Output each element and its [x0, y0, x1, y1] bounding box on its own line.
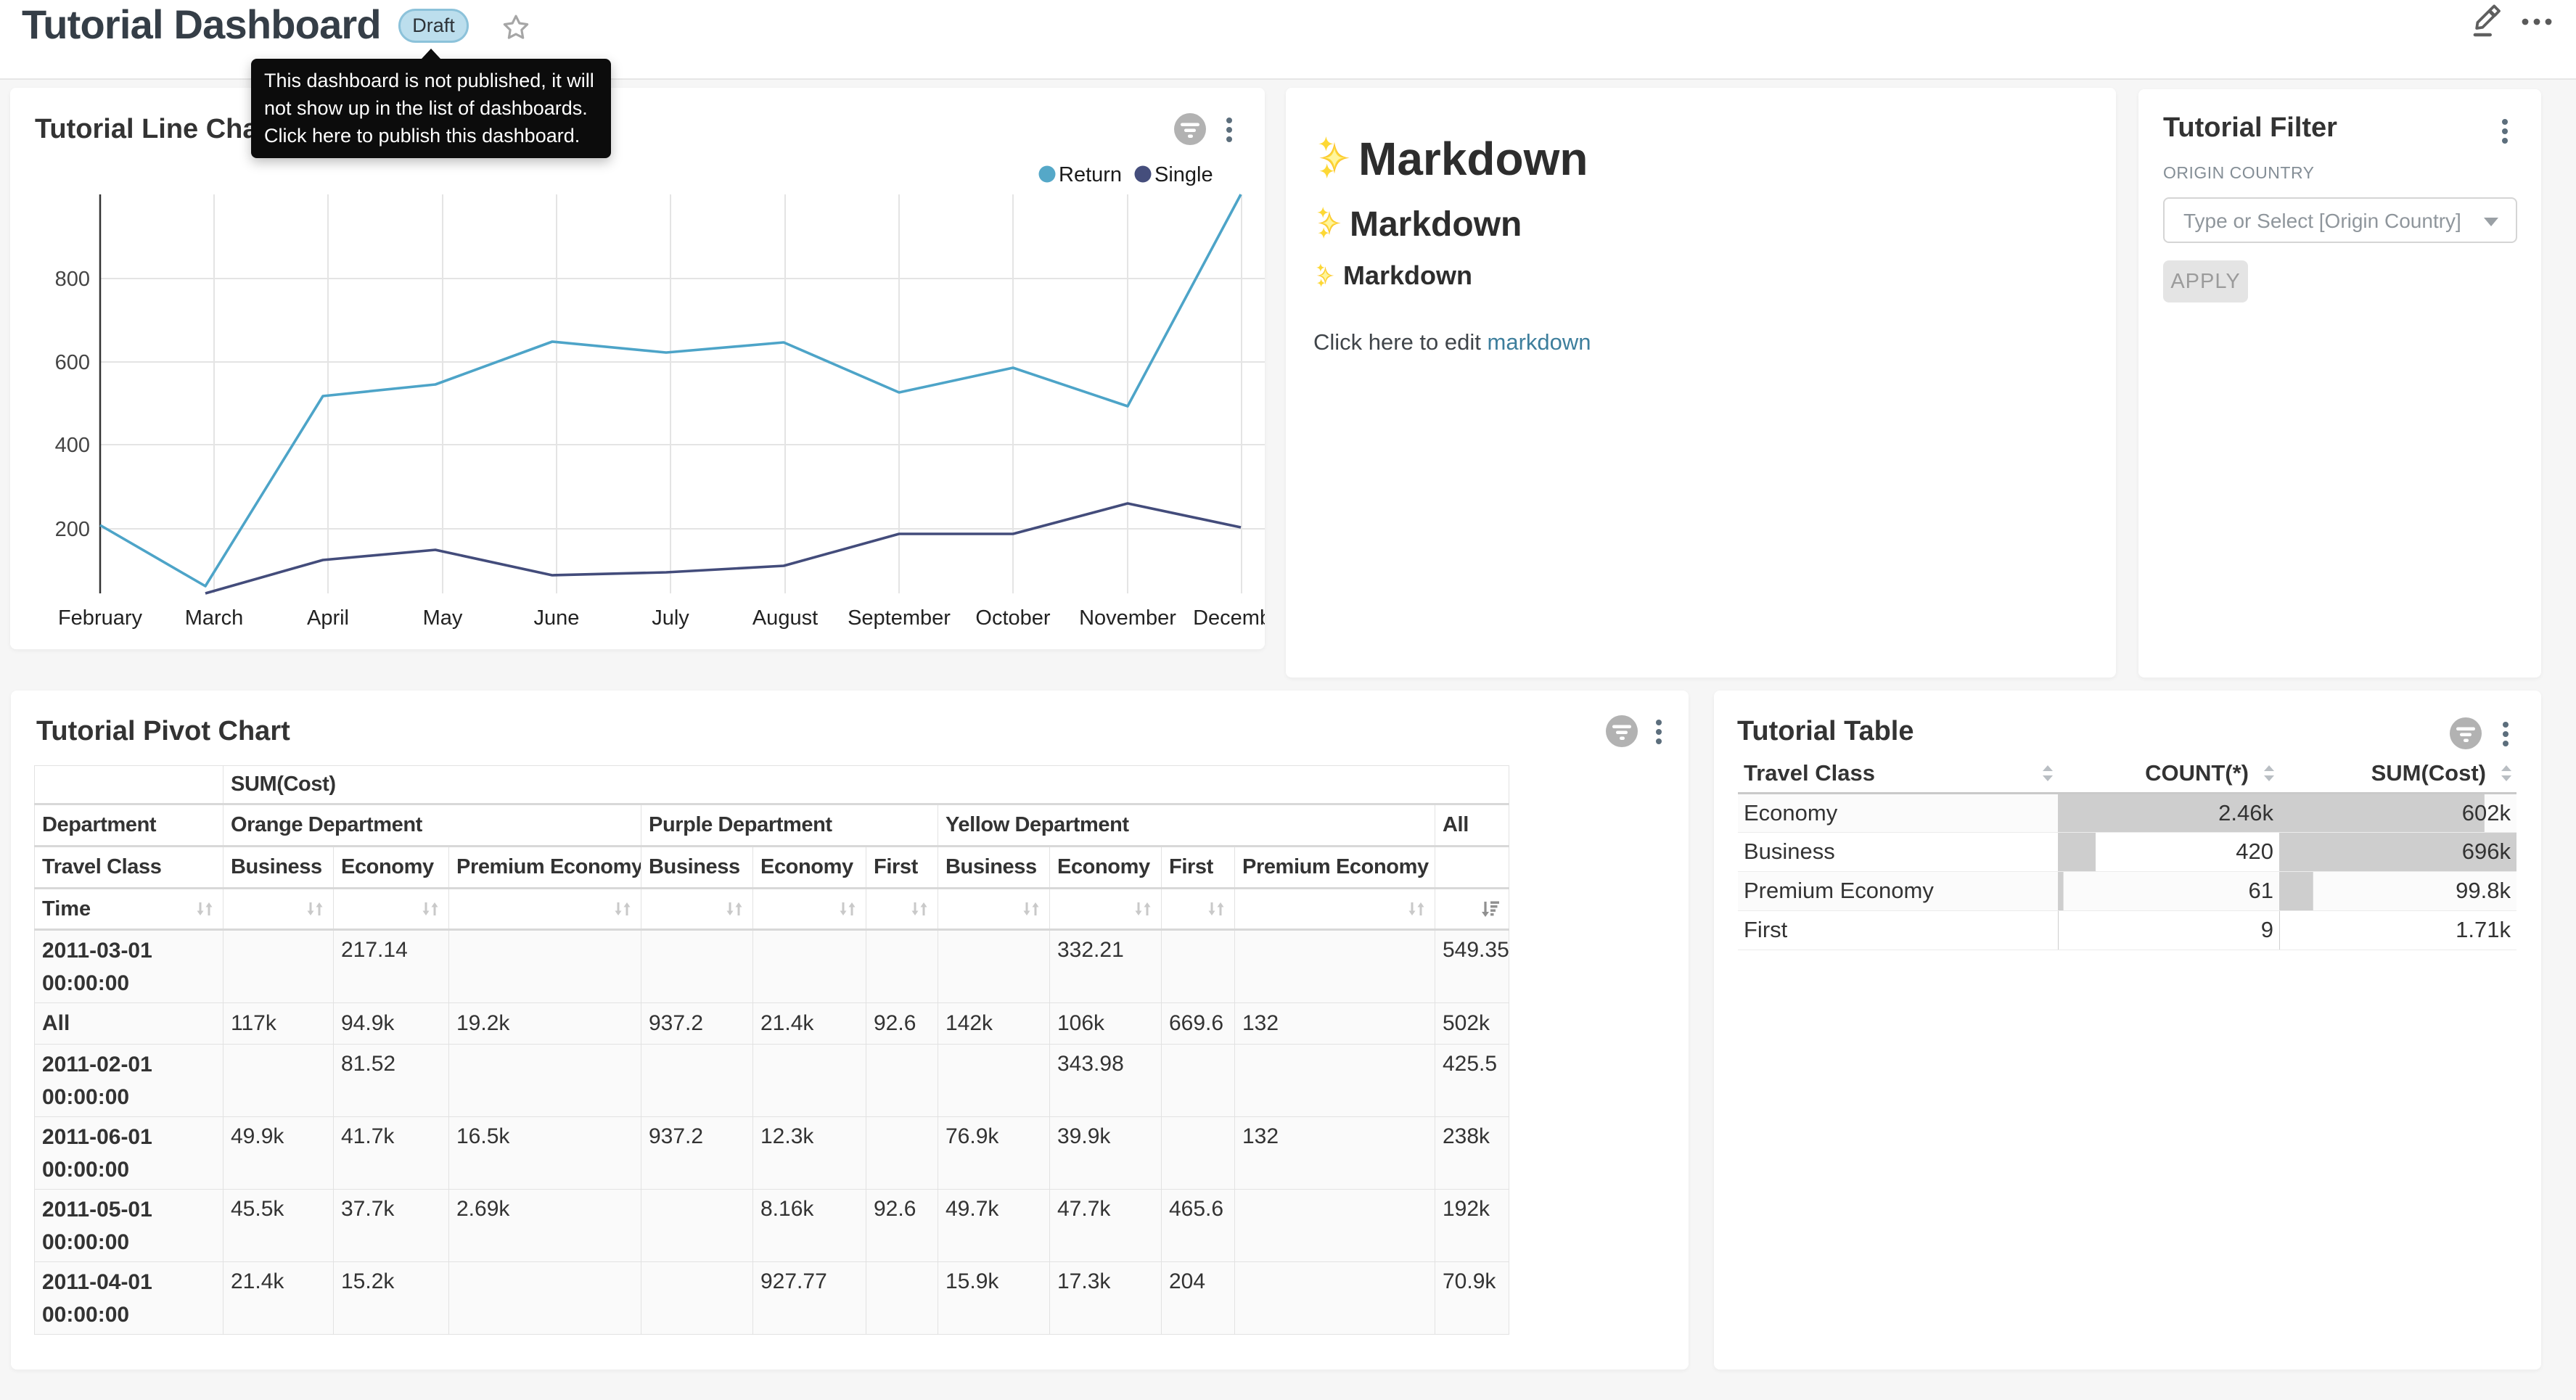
svg-text:November: November [1079, 606, 1176, 630]
svg-text:800: 800 [55, 268, 90, 291]
svg-text:March: March [185, 606, 244, 630]
svg-text:600: 600 [55, 351, 90, 374]
svg-text:December: December [1193, 606, 1265, 630]
svg-text:July: July [652, 606, 689, 630]
svg-text:April: April [307, 606, 349, 630]
svg-text:May: May [423, 606, 463, 630]
svg-text:Single: Single [1154, 163, 1213, 186]
svg-text:Return: Return [1059, 163, 1122, 186]
svg-text:June: June [534, 606, 580, 630]
svg-text:February: February [58, 606, 143, 630]
svg-text:August: August [752, 606, 818, 630]
svg-text:October: October [975, 606, 1050, 630]
svg-text:400: 400 [55, 434, 90, 457]
svg-text:September: September [848, 606, 951, 630]
svg-text:200: 200 [55, 518, 90, 541]
